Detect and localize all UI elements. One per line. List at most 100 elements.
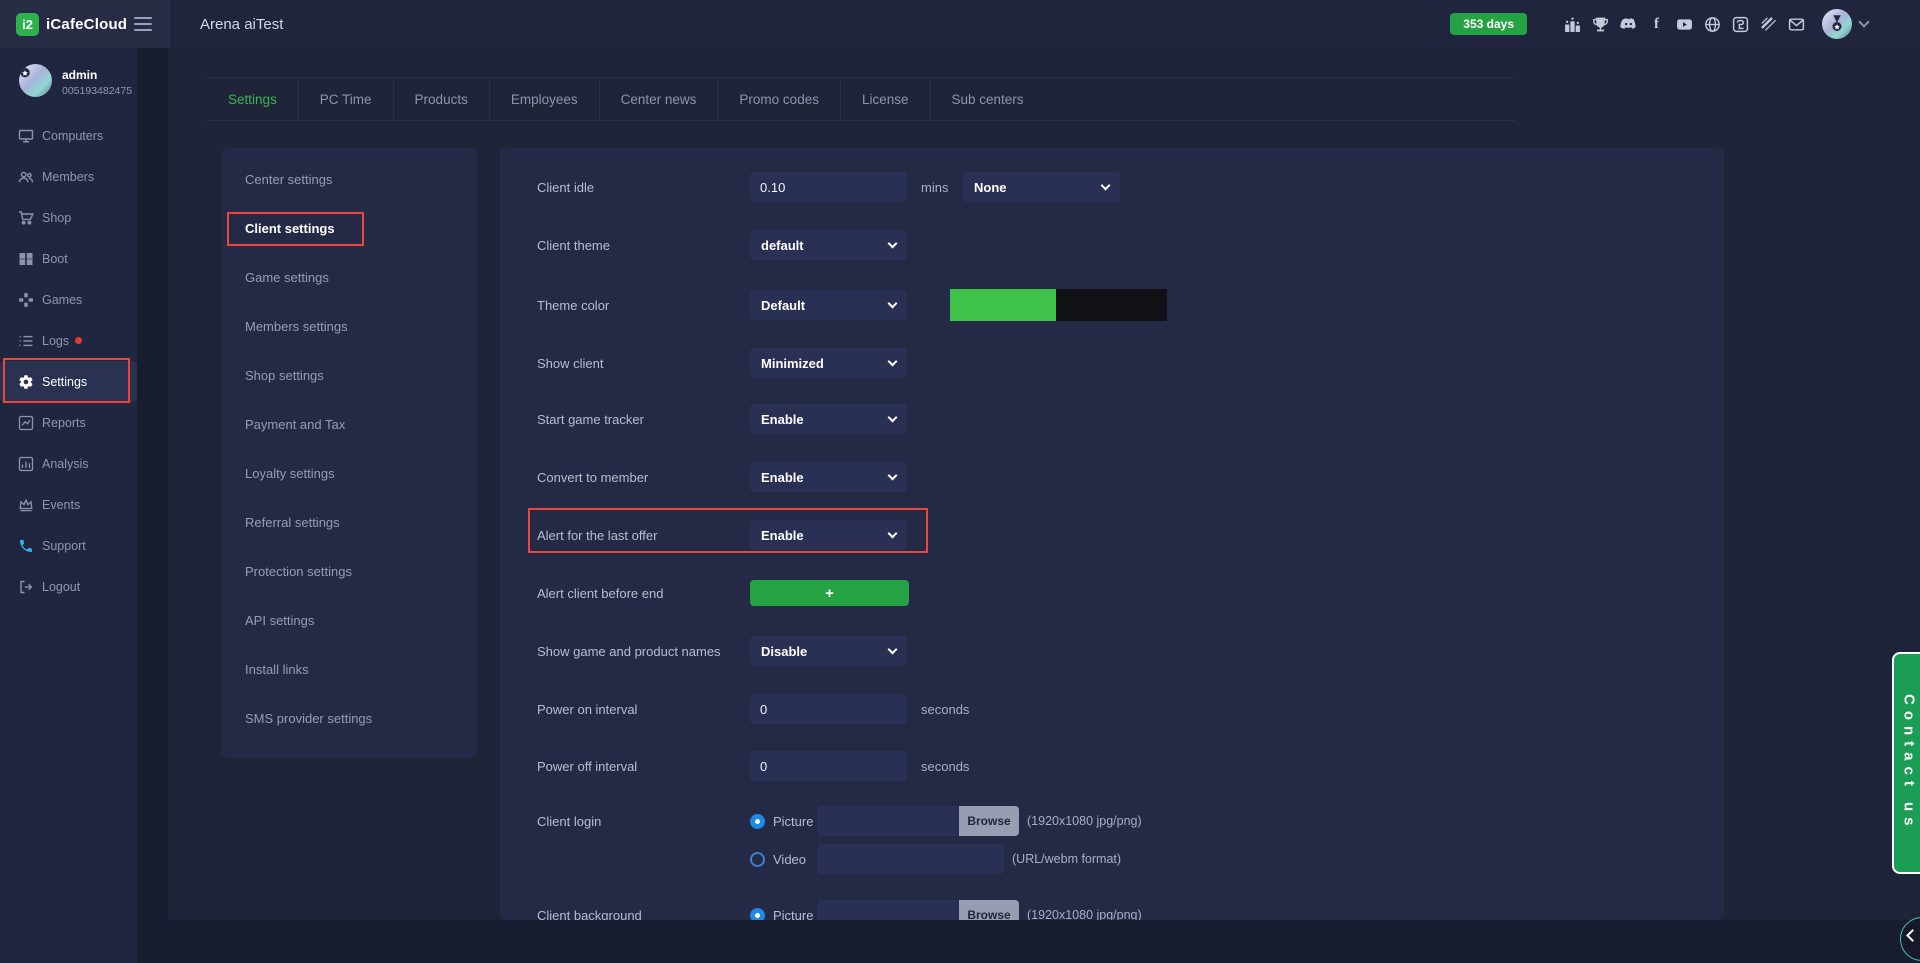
- row-power-on-interval: Power on interval 0 seconds: [537, 694, 969, 724]
- sidebar-item-logout[interactable]: Logout: [0, 566, 137, 607]
- sidebar: admin 005193482475 Computers Members Sho…: [0, 48, 137, 963]
- ranking-icon[interactable]: [1564, 16, 1581, 33]
- sidebar-item-reports[interactable]: Reports: [0, 402, 137, 443]
- submenu-client-settings[interactable]: Client settings: [221, 204, 477, 253]
- start-game-tracker-select[interactable]: Enable: [750, 404, 907, 434]
- theme-color-select[interactable]: Default: [750, 290, 907, 320]
- submenu-shop-settings[interactable]: Shop settings: [221, 351, 477, 400]
- client-login-picture-file-input[interactable]: Browse: [817, 806, 1019, 836]
- client-background-file-input[interactable]: Browse: [817, 900, 1019, 920]
- sidebar-item-logs[interactable]: Logs: [0, 320, 137, 361]
- submenu-payment-and-tax[interactable]: Payment and Tax: [221, 400, 477, 449]
- chevron-down-icon: [888, 357, 898, 367]
- theme-color-green: [950, 289, 1056, 321]
- main-content: Settings PC Time Products Employees Cent…: [168, 48, 1920, 920]
- submenu-center-settings[interactable]: Center settings: [221, 155, 477, 204]
- client-theme-select[interactable]: default: [750, 230, 907, 260]
- contact-us-tab[interactable]: Contact us: [1892, 652, 1920, 874]
- sidebar-item-members[interactable]: Members: [0, 156, 137, 197]
- row-start-game-tracker: Start game tracker Enable: [537, 404, 907, 434]
- row-show-game-product-names: Show game and product names Disable: [537, 636, 907, 666]
- tabbar: Settings PC Time Products Employees Cent…: [207, 77, 1515, 121]
- license-days-badge[interactable]: 353 days: [1450, 13, 1527, 35]
- row-power-off-interval: Power off interval 0 seconds: [537, 751, 969, 781]
- layers-icon[interactable]: [1760, 16, 1777, 33]
- sidebar-menu: Computers Members Shop Boot: [0, 115, 137, 607]
- power-on-interval-input[interactable]: 0: [750, 694, 907, 724]
- logs-alert-dot: [75, 337, 82, 344]
- youtube-icon[interactable]: [1676, 16, 1693, 33]
- row-alert-last-offer: Alert for the last offer Enable: [537, 520, 907, 550]
- sidebar-item-analysis[interactable]: Analysis: [0, 443, 137, 484]
- submenu-api-settings[interactable]: API settings: [221, 596, 477, 645]
- tab-products[interactable]: Products: [394, 78, 490, 120]
- avatar-dropdown-chevron-icon[interactable]: [1858, 16, 1869, 27]
- client-login-video-url-input[interactable]: [817, 844, 1004, 874]
- sidebar-item-settings[interactable]: Settings: [0, 361, 137, 402]
- row-alert-before-end: Alert client before end +: [537, 578, 909, 608]
- chevron-left-icon: [1906, 929, 1919, 942]
- convert-to-member-select[interactable]: Enable: [750, 462, 907, 492]
- sidebar-item-shop[interactable]: Shop: [0, 197, 137, 238]
- settings-submenu: Center settings Client settings Game set…: [221, 148, 477, 758]
- submenu-game-settings[interactable]: Game settings: [221, 253, 477, 302]
- topbar-actions: 353 days f: [1450, 0, 1868, 48]
- submenu-protection-settings[interactable]: Protection settings: [221, 547, 477, 596]
- center-title: Arena aiTest: [200, 0, 283, 48]
- topbar: i2 iCafeCloud Arena aiTest 353 days f: [0, 0, 1920, 48]
- client-login-picture-browse-button[interactable]: Browse: [959, 806, 1019, 836]
- tab-promo-codes[interactable]: Promo codes: [718, 78, 841, 120]
- theme-color-swatch[interactable]: [950, 289, 1167, 321]
- tab-center-news[interactable]: Center news: [600, 78, 719, 120]
- row-client-theme: Client theme default: [537, 230, 907, 260]
- add-alert-button[interactable]: +: [750, 580, 909, 606]
- tab-pc-time[interactable]: PC Time: [299, 78, 394, 120]
- mail-icon[interactable]: [1788, 16, 1805, 33]
- alert-last-offer-select[interactable]: Enable: [750, 520, 907, 550]
- tab-settings[interactable]: Settings: [207, 78, 299, 120]
- brand-name: iCafeCloud: [46, 16, 127, 33]
- client-idle-action-select[interactable]: None: [963, 172, 1120, 202]
- client-background-browse-button[interactable]: Browse: [959, 900, 1019, 920]
- theme-color-black: [1056, 289, 1167, 321]
- tab-sub-centers[interactable]: Sub centers: [931, 78, 1045, 120]
- submenu-install-links[interactable]: Install links: [221, 645, 477, 694]
- power-off-interval-input[interactable]: 0: [750, 751, 907, 781]
- submenu-members-settings[interactable]: Members settings: [221, 302, 477, 351]
- user-avatar[interactable]: [1822, 9, 1852, 39]
- icafecloud-logo-icon[interactable]: i2: [16, 13, 39, 36]
- tab-employees[interactable]: Employees: [490, 78, 600, 120]
- hamburger-menu-icon[interactable]: [134, 17, 152, 31]
- icafe-site-icon[interactable]: [1732, 16, 1749, 33]
- client-login-video-radio[interactable]: [750, 852, 765, 867]
- panel-collapse-button[interactable]: [1900, 917, 1920, 961]
- submenu-sms-provider-settings[interactable]: SMS provider settings: [221, 694, 477, 743]
- globe-icon[interactable]: [1704, 16, 1721, 33]
- client-idle-input[interactable]: 0.10: [750, 172, 907, 202]
- trophy-icon[interactable]: [1592, 16, 1609, 33]
- row-show-client: Show client Minimized: [537, 348, 907, 378]
- chevron-down-icon: [888, 299, 898, 309]
- sidebar-item-events[interactable]: Events: [0, 484, 137, 525]
- discord-icon[interactable]: [1620, 16, 1637, 33]
- tab-license[interactable]: License: [841, 78, 931, 120]
- submenu-loyalty-settings[interactable]: Loyalty settings: [221, 449, 477, 498]
- sidebar-item-boot[interactable]: Boot: [0, 238, 137, 279]
- sidebar-user-id: 005193482475: [62, 85, 132, 97]
- chevron-down-icon: [1101, 181, 1111, 191]
- row-theme-color: Theme color Default: [537, 290, 1167, 320]
- client-background-picture-radio[interactable]: [750, 908, 765, 921]
- sidebar-item-computers[interactable]: Computers: [0, 115, 137, 156]
- sidebar-item-games[interactable]: Games: [0, 279, 137, 320]
- show-game-product-names-select[interactable]: Disable: [750, 636, 907, 666]
- chevron-down-icon: [888, 413, 898, 423]
- sidebar-item-support[interactable]: Support: [0, 525, 137, 566]
- client-login-picture-radio[interactable]: [750, 814, 765, 829]
- row-client-login-video: Video (URL/webm format): [537, 844, 1121, 874]
- row-client-background-picture: Client background Picture Browse (1920x1…: [537, 900, 1142, 920]
- chevron-down-icon: [888, 645, 898, 655]
- submenu-referral-settings[interactable]: Referral settings: [221, 498, 477, 547]
- sidebar-avatar[interactable]: [19, 64, 52, 97]
- show-client-select[interactable]: Minimized: [750, 348, 907, 378]
- facebook-icon[interactable]: f: [1648, 16, 1665, 33]
